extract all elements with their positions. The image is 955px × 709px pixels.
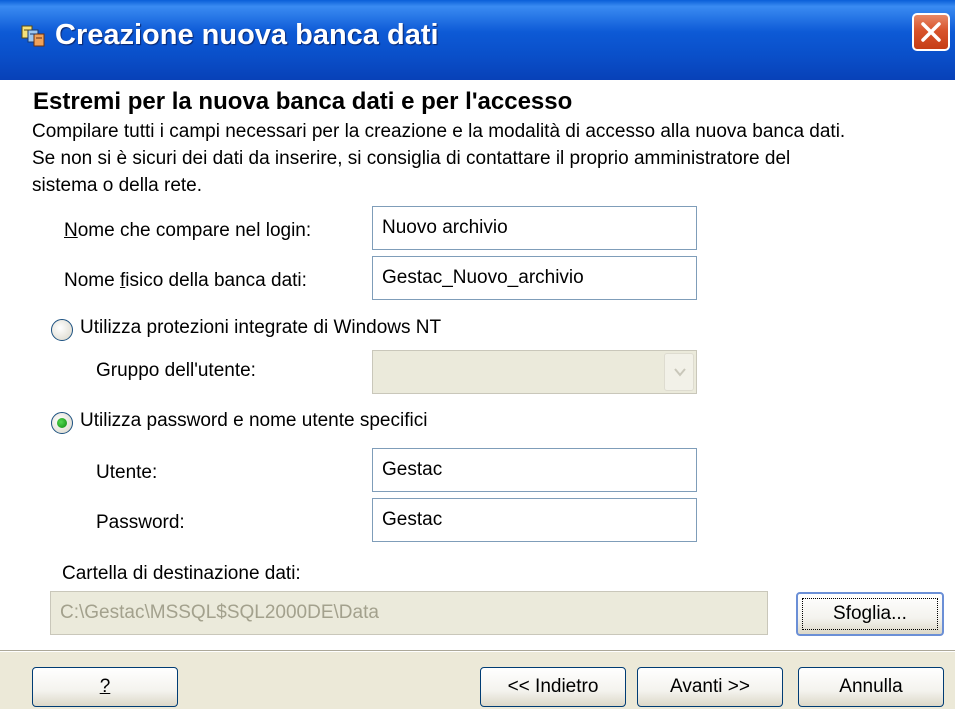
dest-folder-label: Cartella di destinazione dati: — [62, 563, 301, 584]
close-icon — [921, 22, 941, 42]
dest-folder-input[interactable]: C:\Gestac\MSSQL$SQL2000DE\Data — [50, 591, 768, 635]
chevron-down-icon — [674, 368, 686, 377]
radio-windows-nt[interactable] — [51, 319, 73, 341]
cancel-button[interactable]: Annulla — [798, 667, 944, 707]
title-bar[interactable]: Creazione nuova banca dati — [0, 0, 955, 80]
user-label: Utente: — [96, 462, 158, 483]
dialog-window: Creazione nuova banca dati Estremi per l… — [0, 0, 955, 709]
window-title: Creazione nuova banca dati — [55, 19, 439, 51]
browse-button[interactable]: Sfoglia... — [796, 592, 944, 636]
radio-windows-nt-label[interactable]: Utilizza protezioni integrate di Windows… — [80, 317, 441, 339]
close-button[interactable] — [912, 13, 950, 51]
next-button[interactable]: Avanti >> — [637, 667, 783, 707]
physical-name-label-f: f — [119, 270, 126, 291]
radio-selected-dot — [57, 418, 67, 428]
user-input[interactable]: Gestac — [372, 448, 697, 492]
login-name-input[interactable]: Nuovo archivio — [372, 206, 697, 250]
password-label: Password: — [96, 512, 185, 533]
login-name-label-rest: ome che compare nel login: — [77, 220, 312, 241]
browse-button-focus-ring — [802, 598, 938, 630]
user-group-dropdown-button[interactable] — [664, 353, 694, 391]
physical-name-label: Nome fisico della banca dati: — [64, 270, 307, 291]
database-wizard-icon — [20, 22, 48, 52]
radio-password[interactable] — [51, 412, 73, 434]
user-group-label: Gruppo dell'utente: — [96, 360, 256, 381]
page-heading: Estremi per la nuova banca dati e per l'… — [33, 88, 573, 115]
radio-password-label[interactable]: Utilizza password e nome utente specific… — [80, 410, 427, 432]
user-group-select[interactable] — [372, 350, 697, 394]
footer-separator — [0, 650, 955, 652]
password-input[interactable]: Gestac — [372, 498, 697, 542]
help-button-label: ? — [99, 676, 111, 697]
back-button[interactable]: << Indietro — [480, 667, 626, 707]
login-name-label: Nome che compare nel login: — [64, 220, 311, 242]
help-button[interactable]: ? — [32, 667, 178, 707]
physical-name-input[interactable]: Gestac_Nuovo_archivio — [372, 256, 697, 300]
login-name-label-first-char: N — [64, 220, 78, 241]
page-description: Compilare tutti i campi necessari per la… — [32, 121, 846, 196]
